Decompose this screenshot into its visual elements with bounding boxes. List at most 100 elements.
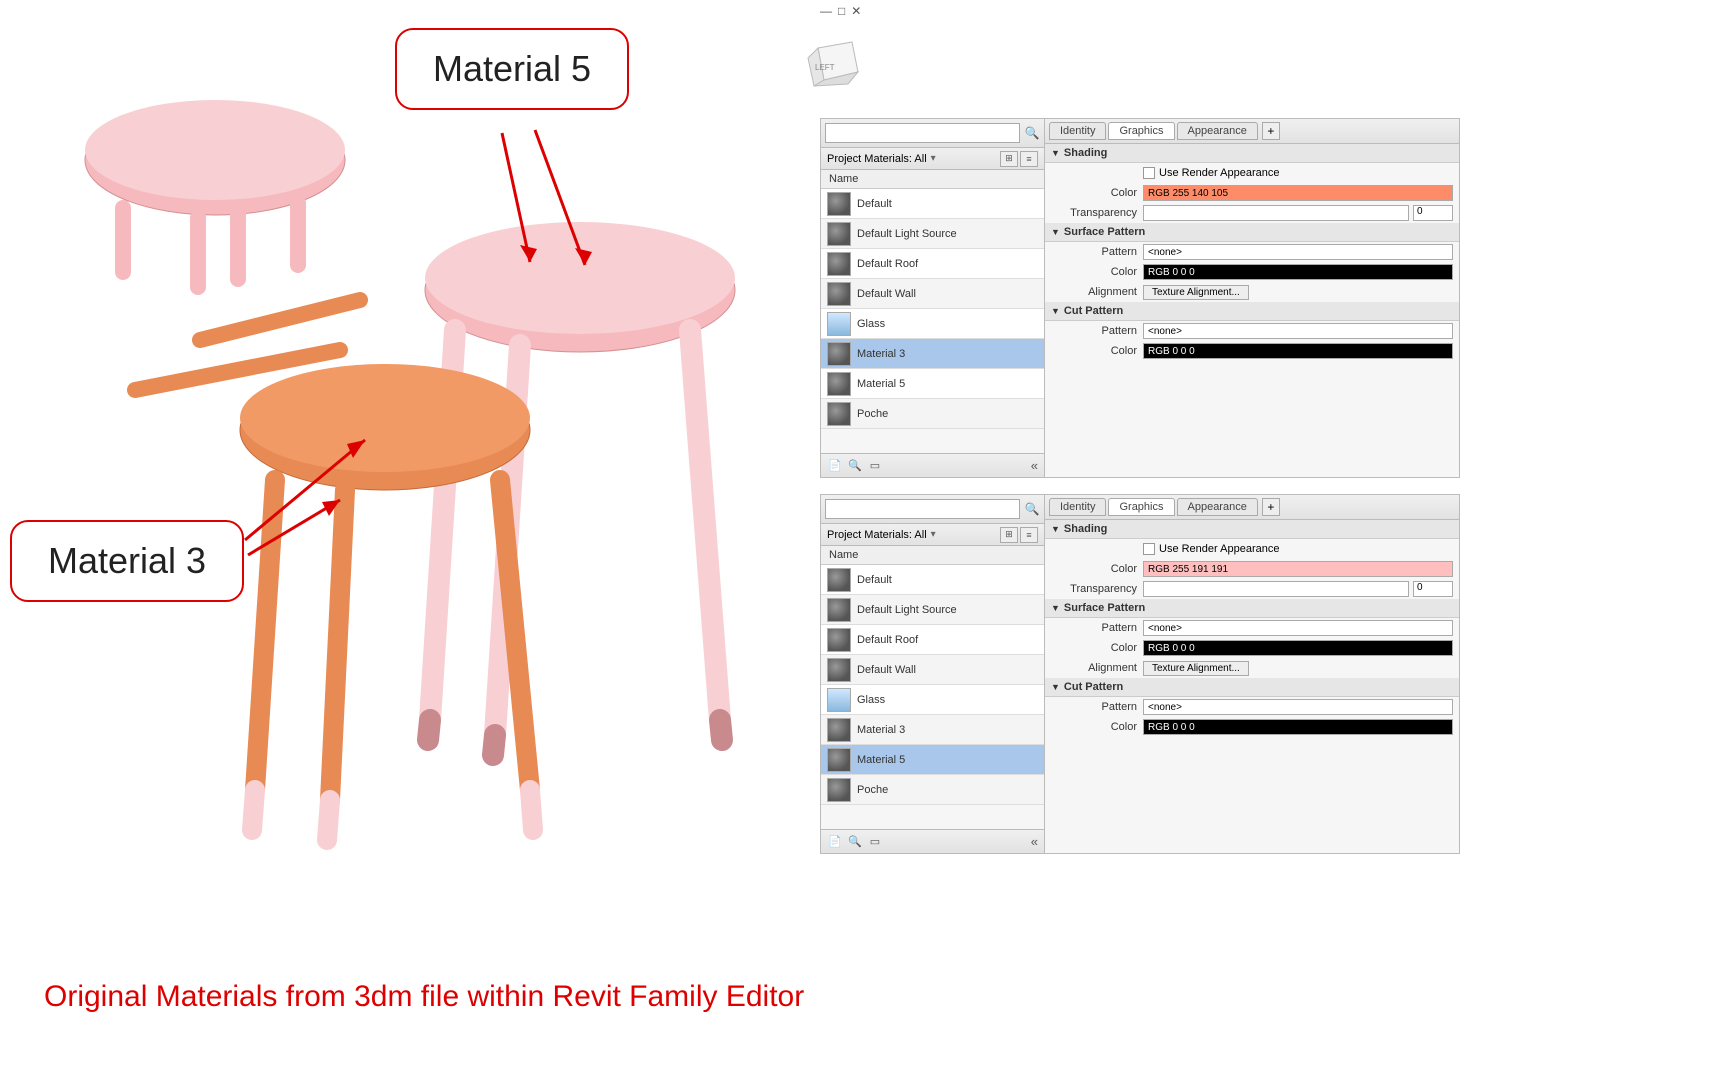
texture-alignment-button[interactable]: Texture Alignment...	[1143, 285, 1249, 300]
new-material-icon[interactable]: 📄	[827, 458, 843, 474]
material-item[interactable]: Default Roof	[821, 249, 1044, 279]
collapse-icon[interactable]: «	[1031, 458, 1038, 473]
material-name: Poche	[857, 408, 888, 420]
material-name: Default	[857, 574, 892, 586]
cp-pattern-label: Pattern	[1051, 701, 1143, 713]
search-icon[interactable]: 🔍	[1024, 501, 1040, 517]
list-header: Name	[821, 546, 1044, 565]
close-icon[interactable]: ✕	[851, 4, 861, 18]
material-item[interactable]: Default	[821, 565, 1044, 595]
filter-label[interactable]: Project Materials: All	[827, 529, 927, 541]
material-item[interactable]: Glass	[821, 309, 1044, 339]
transparency-label: Transparency	[1051, 207, 1143, 219]
view-list-icon[interactable]: ≡	[1020, 527, 1038, 543]
view-grid-icon[interactable]: ⊞	[1000, 151, 1018, 167]
section-shading[interactable]: ▼Shading	[1045, 144, 1459, 163]
pattern-value[interactable]: <none>	[1143, 244, 1453, 260]
callout-material-5: Material 5	[395, 28, 629, 110]
tab-appearance[interactable]: Appearance	[1177, 498, 1258, 516]
material-item[interactable]: Material 5	[821, 369, 1044, 399]
callout-label: Material 5	[433, 48, 591, 89]
material-item[interactable]: Default Light Source	[821, 595, 1044, 625]
material-list[interactable]: Default Default Light Source Default Roof D…	[821, 565, 1044, 829]
material-name: Default Roof	[857, 634, 918, 646]
chevron-down-icon[interactable]: ▾	[931, 529, 936, 540]
material-name: Poche	[857, 784, 888, 796]
color-swatch[interactable]: RGB 255 191 191	[1143, 561, 1453, 577]
material-item[interactable]: Material 3	[821, 339, 1044, 369]
tab-appearance[interactable]: Appearance	[1177, 122, 1258, 140]
transparency-label: Transparency	[1051, 583, 1143, 595]
chevron-down-icon[interactable]: ▾	[931, 153, 936, 164]
material-name: Default Wall	[857, 664, 916, 676]
section-cut-pattern[interactable]: ▼Cut Pattern	[1045, 302, 1459, 321]
filter-label[interactable]: Project Materials: All	[827, 153, 927, 165]
material-item[interactable]: Poche	[821, 399, 1044, 429]
section-cut-pattern[interactable]: ▼Cut Pattern	[1045, 678, 1459, 697]
view-grid-icon[interactable]: ⊞	[1000, 527, 1018, 543]
section-shading[interactable]: ▼Shading	[1045, 520, 1459, 539]
material-name: Default Roof	[857, 258, 918, 270]
texture-alignment-button[interactable]: Texture Alignment...	[1143, 661, 1249, 676]
search-icon[interactable]: 🔍	[1024, 125, 1040, 141]
new-material-icon[interactable]: 📄	[827, 834, 843, 850]
add-tab-button[interactable]: +	[1262, 498, 1280, 516]
material-list[interactable]: Default Default Light Source Default Roof D…	[821, 189, 1044, 453]
material-item[interactable]: Default Wall	[821, 655, 1044, 685]
view-list-icon[interactable]: ≡	[1020, 151, 1038, 167]
cp-pattern-label: Pattern	[1051, 325, 1143, 337]
material-item[interactable]: Default Wall	[821, 279, 1044, 309]
material-name: Material 3	[857, 724, 905, 736]
sp-color-swatch[interactable]: RGB 0 0 0	[1143, 640, 1453, 656]
transparency-slider[interactable]	[1143, 205, 1409, 221]
material-swatch-icon	[827, 658, 851, 682]
transparency-value[interactable]: 0	[1413, 581, 1453, 597]
sp-color-swatch[interactable]: RGB 0 0 0	[1143, 264, 1453, 280]
cp-color-swatch[interactable]: RGB 0 0 0	[1143, 719, 1453, 735]
color-swatch[interactable]: RGB 255 140 105	[1143, 185, 1453, 201]
material-item[interactable]: Glass	[821, 685, 1044, 715]
material-item[interactable]: Material 5	[821, 745, 1044, 775]
viewcube-face-label: LEFT	[815, 63, 835, 72]
tab-graphics[interactable]: Graphics	[1108, 122, 1174, 140]
material-item[interactable]: Default	[821, 189, 1044, 219]
minimize-icon[interactable]: —	[820, 4, 832, 18]
use-render-checkbox[interactable]	[1143, 543, 1155, 555]
callout-label: Material 3	[48, 540, 206, 581]
color-label: Color	[1051, 187, 1143, 199]
transparency-value[interactable]: 0	[1413, 205, 1453, 221]
preview-icon[interactable]: ▭	[867, 834, 883, 850]
cp-pattern-value[interactable]: <none>	[1143, 323, 1453, 339]
section-surface-pattern[interactable]: ▼Surface Pattern	[1045, 223, 1459, 242]
maximize-icon[interactable]: □	[838, 4, 845, 18]
material-swatch-icon	[827, 372, 851, 396]
material-swatch-icon	[827, 718, 851, 742]
pattern-label: Pattern	[1051, 246, 1143, 258]
material-item[interactable]: Poche	[821, 775, 1044, 805]
material-swatch-icon	[827, 628, 851, 652]
section-surface-pattern[interactable]: ▼Surface Pattern	[1045, 599, 1459, 618]
tab-graphics[interactable]: Graphics	[1108, 498, 1174, 516]
search-input[interactable]	[825, 123, 1020, 143]
pattern-value[interactable]: <none>	[1143, 620, 1453, 636]
material-name: Default Light Source	[857, 228, 957, 240]
material-item[interactable]: Default Light Source	[821, 219, 1044, 249]
viewcube[interactable]: LEFT	[800, 28, 870, 98]
use-render-checkbox[interactable]	[1143, 167, 1155, 179]
material-item[interactable]: Material 3	[821, 715, 1044, 745]
material-swatch-icon	[827, 402, 851, 426]
tab-identity[interactable]: Identity	[1049, 498, 1106, 516]
collapse-icon[interactable]: «	[1031, 834, 1038, 849]
cp-pattern-value[interactable]: <none>	[1143, 699, 1453, 715]
transparency-slider[interactable]	[1143, 581, 1409, 597]
tab-identity[interactable]: Identity	[1049, 122, 1106, 140]
preview-icon[interactable]: ▭	[867, 458, 883, 474]
material-item[interactable]: Default Roof	[821, 625, 1044, 655]
material-browser-2: 🔍 Project Materials: All ▾ ⊞ ≡ Name Defa…	[820, 494, 1460, 854]
search-input[interactable]	[825, 499, 1020, 519]
add-tab-button[interactable]: +	[1262, 122, 1280, 140]
cp-color-label: Color	[1051, 721, 1143, 733]
library-icon[interactable]: 🔍	[847, 458, 863, 474]
cp-color-swatch[interactable]: RGB 0 0 0	[1143, 343, 1453, 359]
library-icon[interactable]: 🔍	[847, 834, 863, 850]
